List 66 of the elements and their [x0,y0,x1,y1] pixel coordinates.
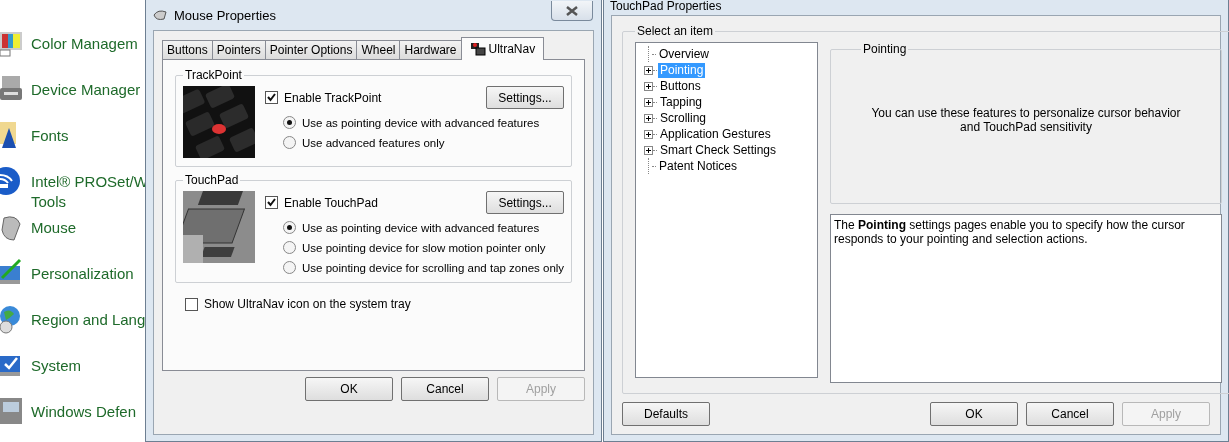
dialog-button[interactable]: Cancel [1026,402,1114,426]
control-panel-link[interactable]: System [31,356,81,376]
tab[interactable]: Hardware [399,40,462,59]
tree-item[interactable]: Patent Notices [657,158,740,174]
dialog-button[interactable]: Cancel [401,377,489,401]
control-panel-link[interactable]: Region and Lang [31,310,146,330]
checkbox[interactable] [185,297,198,311]
defaults-button[interactable]: Defaults [622,402,710,426]
radio-label: Use advanced features only [302,136,445,149]
expand-icon[interactable] [644,129,653,139]
tree-item[interactable]: Scrolling [658,110,709,126]
radio-button[interactable] [283,241,296,254]
globe-icon [0,304,22,334]
panel-text: You can use these features to personalize cursor behavior and TouchPad sensitivity [870,106,1182,134]
control-panel-link[interactable]: Device Manager [31,80,141,100]
expand-icon[interactable] [644,81,653,91]
device-icon [469,42,486,56]
tree-item[interactable]: Smart Check Settings [658,142,779,158]
checkbox-label: Enable TouchPad [284,195,378,210]
control-panel-link[interactable]: Intel® PROSet/W [31,172,148,192]
radio-label: Use pointing device for slow motion pointer only [302,241,546,254]
radio-label: Use as pointing device with advanced features [302,221,540,234]
tree-item[interactable]: Application Gestures [658,126,773,142]
tab[interactable]: Pointer Options [264,40,358,59]
expand-icon[interactable] [644,113,653,123]
group-title: Pointing [862,42,908,56]
group-title: TrackPoint [184,68,243,82]
dialog-button[interactable]: OK [930,402,1018,426]
mouse-icon [152,9,168,21]
control-panel-link[interactable]: Windows Defen [31,402,137,422]
expand-icon[interactable] [644,97,653,107]
control-panel-link[interactable]: Personalization [31,264,134,284]
group-title: TouchPad [184,173,240,187]
window-title: Mouse Properties [174,7,276,23]
checkbox[interactable] [265,91,278,104]
dialog-button[interactable]: OK [305,377,393,401]
tab[interactable]: Wheel [356,40,401,59]
expand-icon[interactable] [644,65,653,75]
control-panel-link[interactable]: Fonts [31,126,69,146]
radio-button[interactable] [283,261,296,274]
settings-button[interactable]: Settings... [486,191,565,214]
settings-button[interactable]: Settings... [486,86,564,109]
tree-item[interactable]: Buttons [658,78,703,94]
radio-label: Use pointing device for scrolling and tap zones only [302,261,565,274]
tab[interactable]: Pointers [211,40,266,59]
description-text: The Pointing settings pages enable you to specify how the cursor responds to your pointing and selection actions. [834,218,1185,246]
tab[interactable]: Buttons [162,40,213,59]
close-icon [566,5,578,16]
radio-label: Use as pointing device with advanced features [302,116,540,129]
checkbox-label: Show UltraNav icon on the system tray [204,297,411,311]
control-panel-link[interactable]: Mouse [31,218,77,238]
radio-button[interactable] [283,136,296,149]
radio-button[interactable] [283,221,296,234]
checkbox[interactable] [265,196,278,209]
radio-button[interactable] [283,116,296,129]
control-panel-link[interactable]: Color Managem [31,34,138,54]
tree-item[interactable]: Overview [657,46,711,62]
window-icon [0,396,22,426]
control-panel-link[interactable]: Tools [31,192,148,212]
group-title: Select an item [636,24,715,38]
expand-icon[interactable] [644,145,653,155]
window-title: TouchPad Properties [610,0,722,12]
tab[interactable]: UltraNav [460,37,545,60]
checkbox-label: Enable TrackPoint [284,90,382,105]
tree-item[interactable]: Tapping [658,94,705,110]
close-button[interactable] [551,1,593,21]
